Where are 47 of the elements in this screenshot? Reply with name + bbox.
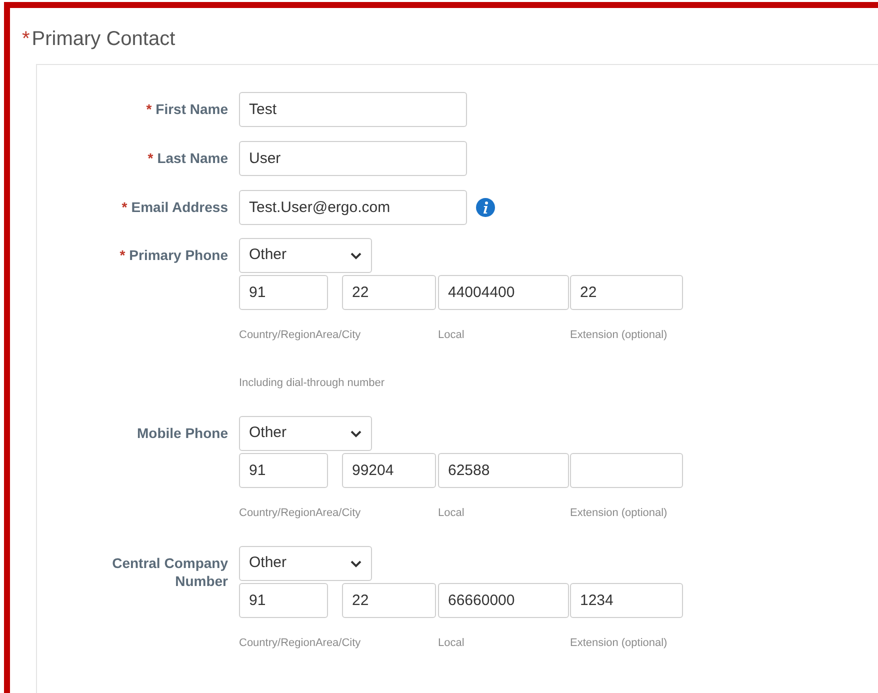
field-caption: Area/City: [315, 636, 361, 650]
field-label: Email Address: [131, 199, 228, 215]
phone-input[interactable]: 66660000: [438, 583, 569, 618]
field-caption: Local: [438, 507, 464, 519]
phone-input[interactable]: 91: [239, 583, 328, 618]
section-title: Primary Contact: [32, 27, 176, 52]
field-caption: Extension (optional): [570, 637, 668, 649]
field-label: Last Name: [157, 150, 228, 166]
phone-input[interactable]: 22: [342, 583, 436, 618]
text-input[interactable]: Test.User@ergo.com: [239, 190, 467, 225]
phone-input[interactable]: 99204: [342, 453, 436, 488]
field-caption: Extension (optional): [570, 329, 668, 341]
phone-input[interactable]: 22: [342, 275, 436, 310]
type-select[interactable]: Other: [239, 546, 372, 581]
phone-input[interactable]: 44004400: [438, 275, 569, 310]
field-caption: Local: [438, 329, 464, 341]
phone-input[interactable]: 91: [239, 275, 328, 310]
field-caption: Area/City: [315, 506, 361, 520]
required-mark: *: [120, 247, 126, 263]
chevron-icon: [350, 430, 362, 438]
type-select[interactable]: Other: [239, 416, 372, 451]
field-caption: Country/Region: [239, 506, 316, 520]
phone-input[interactable]: 62588: [438, 453, 569, 488]
phone-input[interactable]: 91: [239, 453, 328, 488]
phone-input[interactable]: 1234: [570, 583, 683, 618]
chevron-icon: [350, 560, 362, 568]
chevron-icon: [350, 252, 362, 260]
phone-input[interactable]: 22: [570, 275, 683, 310]
field-caption: Extension (optional): [570, 507, 668, 519]
field-caption: Country/Region: [239, 328, 316, 342]
field-caption: Local: [438, 637, 464, 649]
required-mark: *: [122, 199, 128, 215]
type-select[interactable]: Other: [239, 238, 372, 273]
required-mark: *: [146, 101, 152, 117]
field-label: Mobile Phone: [137, 425, 228, 441]
required-mark: *: [22, 27, 30, 52]
field-caption: Area/City: [315, 328, 361, 342]
text-input[interactable]: Test: [239, 92, 467, 127]
text-input[interactable]: User: [239, 141, 467, 176]
field-label: First Name: [156, 101, 228, 117]
field-label: Central Company Number: [112, 555, 228, 589]
phone-input[interactable]: [570, 453, 683, 488]
field-label: Primary Phone: [129, 247, 228, 263]
help-text: Including dial-through number: [239, 376, 386, 390]
required-mark: *: [148, 150, 154, 166]
info-icon[interactable]: [476, 198, 495, 217]
field-caption: Country/Region: [239, 636, 316, 650]
